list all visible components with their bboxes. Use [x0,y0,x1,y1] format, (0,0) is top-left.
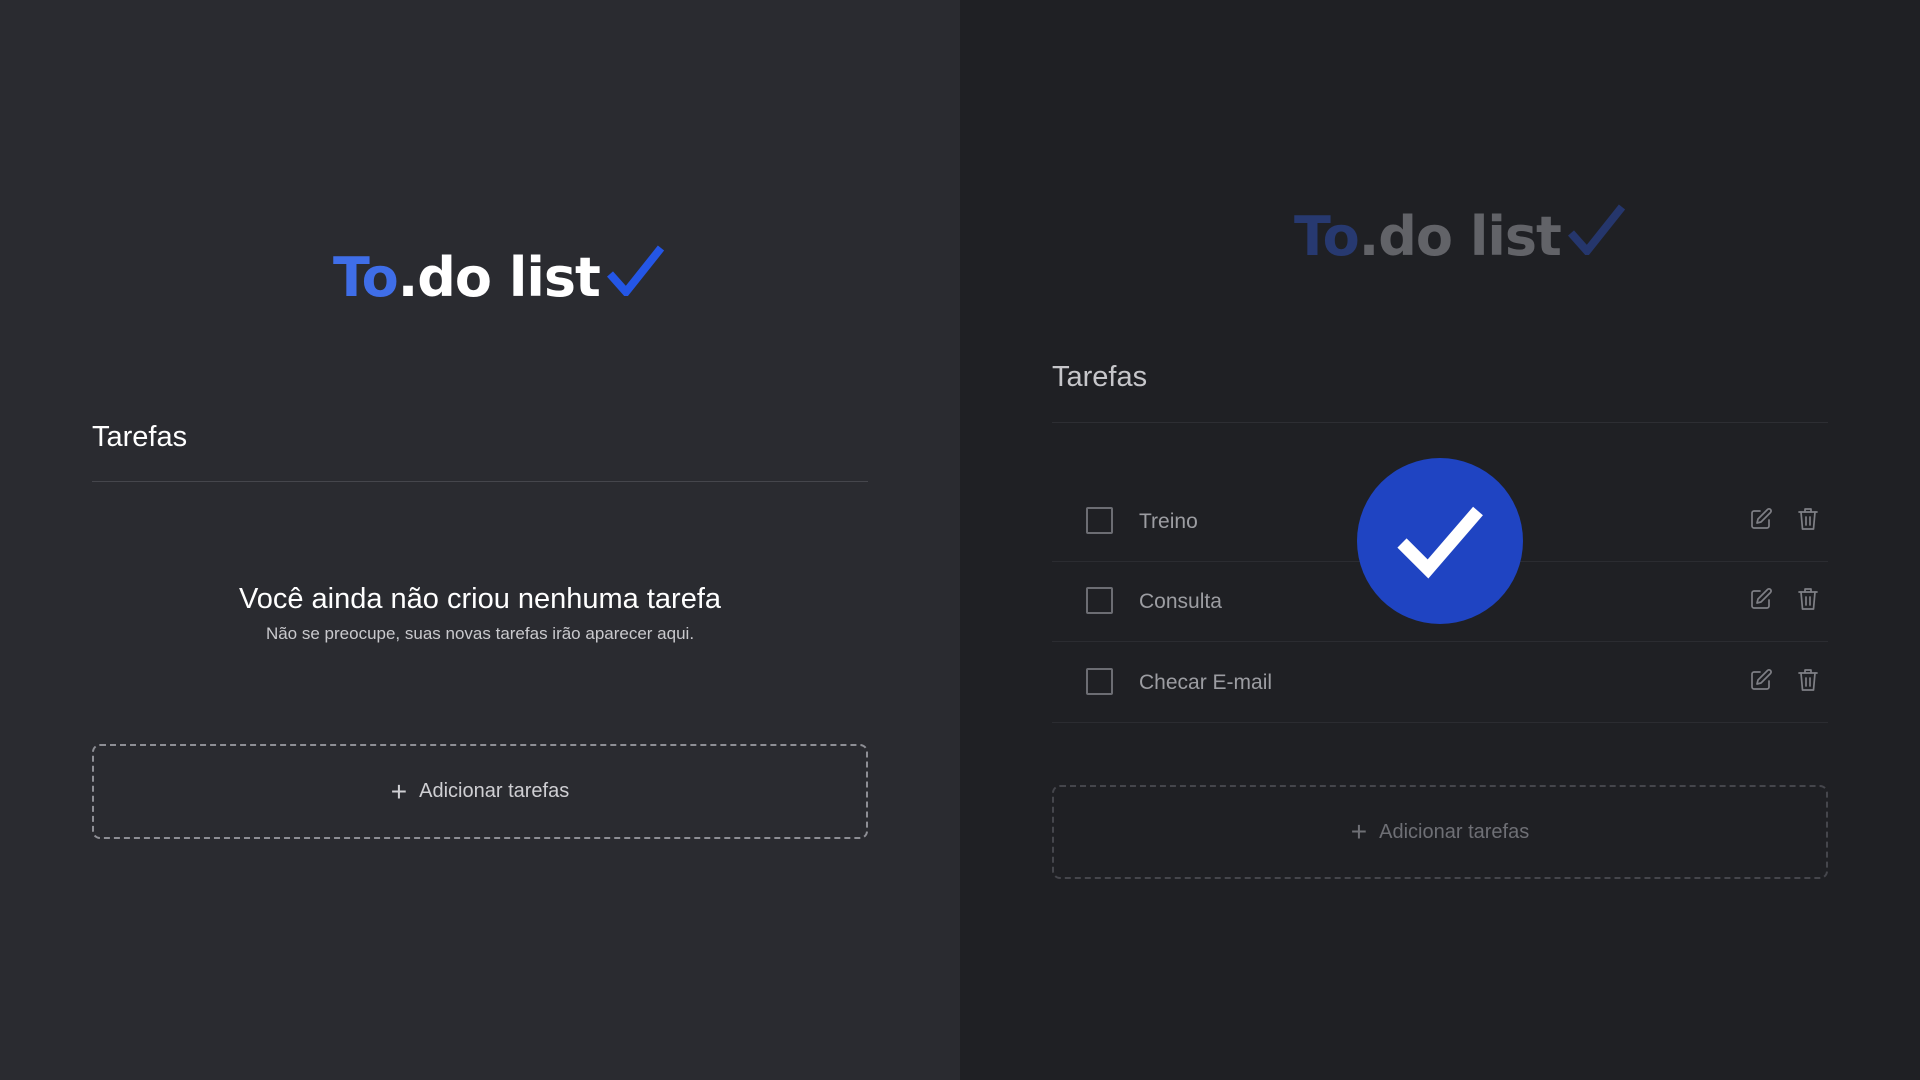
app-logo: To.do list [333,244,664,309]
logo-checkmark-icon [1567,204,1625,258]
checkmark-icon [1397,506,1483,579]
divider [92,481,868,482]
task-checkbox[interactable] [1086,587,1113,614]
task-checkbox[interactable] [1086,668,1113,695]
edit-icon[interactable] [1747,666,1775,694]
empty-state-title: Você ainda não criou nenhuma tarefa [238,583,722,615]
checkmark-badge [1357,458,1523,624]
task-label: Treino [1139,510,1198,533]
edit-icon[interactable] [1747,505,1775,533]
edit-icon[interactable] [1747,585,1775,613]
empty-state-panel: To.do list Tarefas Você ainda não criou … [0,0,960,1080]
trash-icon[interactable] [1794,505,1822,533]
logo-checkmark-icon [606,245,664,299]
add-task-label: Adicionar tarefas [419,780,570,802]
task-label: Checar E-mail [1139,671,1273,694]
add-task-button[interactable]: + Adicionar tarefas [1052,785,1828,879]
row-separator [1052,722,1828,723]
row-separator [1052,641,1828,642]
task-label: Consulta [1139,590,1222,613]
trash-icon[interactable] [1794,666,1822,694]
plus-icon: + [390,775,408,807]
plus-icon: + [1350,816,1368,847]
add-task-button[interactable]: + Adicionar tarefas [92,744,868,839]
section-title: Tarefas [1052,361,1148,393]
divider [1052,422,1828,423]
task-checkbox[interactable] [1086,507,1113,534]
add-task-label: Adicionar tarefas [1379,820,1530,843]
empty-state-subtitle: Não se preocupe, suas novas tarefas irão… [265,624,695,643]
section-title: Tarefas [92,421,188,453]
trash-icon[interactable] [1794,585,1822,613]
app-logo: To.do list [1294,203,1625,268]
task-row: Checar E-mail [1052,643,1828,723]
